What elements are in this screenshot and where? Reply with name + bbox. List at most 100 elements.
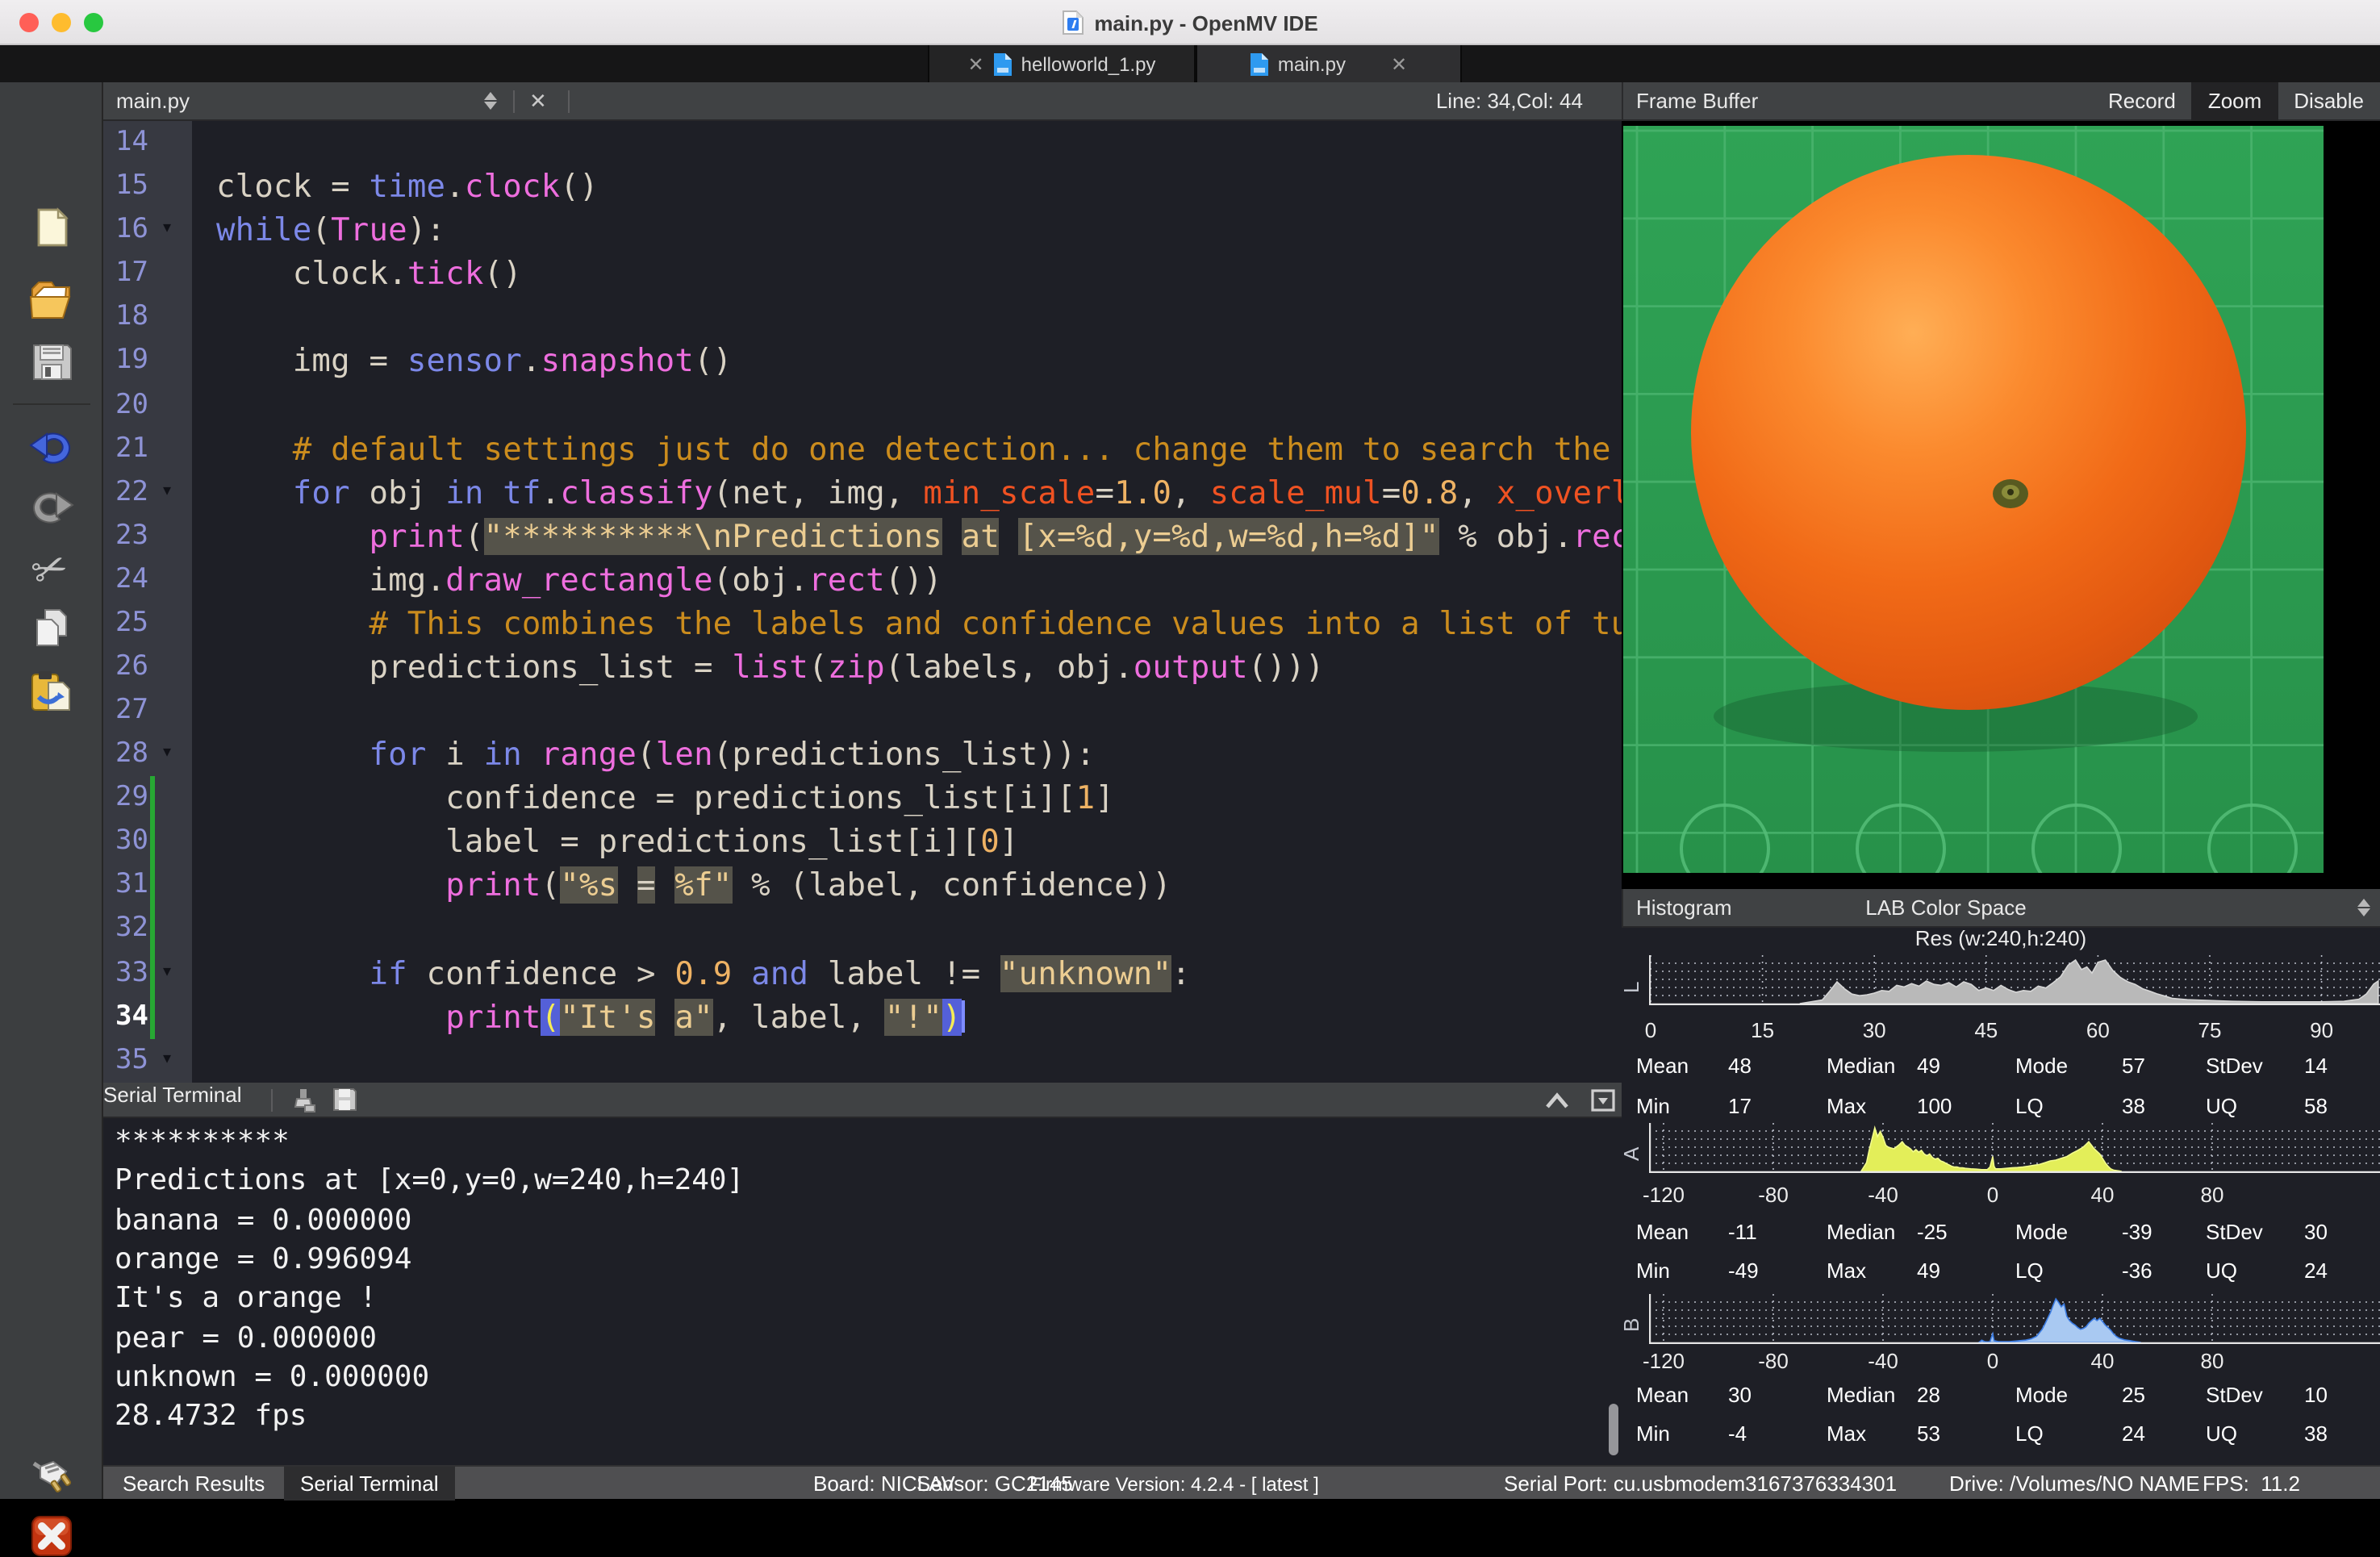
paste-button[interactable] <box>29 670 74 715</box>
b-stats-row: Mean30Median28Mode25StDev10 <box>1636 1383 2365 1407</box>
axis-tick-label: 80 <box>2201 1349 2224 1373</box>
axis-tick-label: 0 <box>1987 1183 1998 1207</box>
stat-label: LQ <box>2015 1421 2044 1446</box>
save-log-icon[interactable] <box>332 1087 357 1112</box>
axis-tick-label: 45 <box>1974 1018 1998 1042</box>
terminal-scrollbar[interactable] <box>1609 1404 1618 1455</box>
channel-label-a: A <box>1619 1138 1643 1161</box>
a-stats-row: Mean-11Median-25Mode-39StDev30 <box>1636 1220 2365 1244</box>
disable-button[interactable]: Disable <box>2278 82 2380 121</box>
new-file-button[interactable] <box>31 207 73 248</box>
stat-label: Median <box>1827 1220 1895 1244</box>
record-button[interactable]: Record <box>2092 82 2192 121</box>
status-drive[interactable]: Drive: /Volumes/NO NAME <box>1949 1471 2200 1496</box>
color-space-select[interactable]: LAB Color Space <box>1785 895 2107 920</box>
axis-tick-label: 0 <box>1645 1018 1656 1042</box>
detach-panel-icon[interactable] <box>1591 1089 1615 1112</box>
axis-tick-label: 90 <box>2310 1018 2333 1042</box>
terminal-line: unknown = 0.000000 <box>115 1359 429 1397</box>
line-number: 33▾ <box>103 951 192 995</box>
stop-disconnect-button[interactable] <box>31 1515 73 1557</box>
terminal-line: ********** <box>115 1123 290 1162</box>
fold-chevron-icon[interactable]: ▾ <box>163 1050 171 1067</box>
terminal-line: It's a orange ! <box>115 1279 377 1318</box>
stat-label: UQ <box>2206 1421 2237 1446</box>
line-number: 23 <box>103 514 192 557</box>
line-number: 34 <box>103 995 192 1038</box>
connect-button[interactable] <box>31 1454 73 1496</box>
open-file-button[interactable] <box>27 276 76 324</box>
copy-button[interactable] <box>31 607 73 649</box>
openmv-ide-window: main.py - OpenMV IDE ✕ helloworld_1.py m… <box>0 0 2380 1499</box>
serial-terminal-tab[interactable]: Serial Terminal <box>284 1467 455 1501</box>
toolbar-sidebar: ✂ <box>0 82 103 1499</box>
code-line: for obj in tf.classify(net, img, min_sca… <box>216 470 1622 514</box>
stat-label: StDev <box>2206 1383 2263 1407</box>
stat-label: LQ <box>2015 1259 2044 1283</box>
open-document-selector[interactable]: main.py <box>116 89 190 113</box>
search-results-tab[interactable]: Search Results <box>106 1467 281 1501</box>
save-file-button[interactable] <box>31 340 73 382</box>
tab-helloworld-1-py[interactable]: ✕ helloworld_1.py <box>928 45 1196 82</box>
fold-chevron-icon[interactable]: ▾ <box>163 482 171 499</box>
tab-label: main.py <box>1278 52 1346 75</box>
zoom-button[interactable]: Zoom <box>2192 82 2278 121</box>
code-editor[interactable]: 141516▾171819202122▾232425262728▾2930313… <box>103 121 1622 1083</box>
terminal-line: orange = 0.996094 <box>115 1241 411 1279</box>
collapse-panel-icon[interactable] <box>1544 1091 1570 1110</box>
axis-tick-label: 60 <box>2086 1018 2110 1042</box>
close-tab-icon[interactable]: ✕ <box>1391 54 1407 73</box>
stat-label: LQ <box>2015 1094 2044 1118</box>
code-line: if confidence > 0.9 and label != "unknow… <box>216 951 1191 995</box>
document-selector-spinner-icon[interactable] <box>484 92 497 110</box>
cursor-position: Line: 34,Col: 44 <box>1436 89 1583 113</box>
serial-terminal-title: Serial Terminal <box>103 1083 242 1107</box>
axis-tick-label: -120 <box>1643 1183 1685 1207</box>
status-serial-port[interactable]: Serial Port: cu.usbmodem3167376334301 <box>1504 1471 1897 1496</box>
axis-tick-label: 40 <box>2091 1349 2115 1373</box>
line-number: 28▾ <box>103 733 192 776</box>
undo-button[interactable] <box>27 426 76 468</box>
modified-lines-marker <box>150 776 155 1038</box>
python-file-icon <box>1251 52 1268 75</box>
stat-label: Min <box>1636 1094 1670 1118</box>
stat-label: StDev <box>2206 1054 2263 1078</box>
code-line: print("**********\nPredictions at [x=%d,… <box>216 514 1622 557</box>
frame-buffer-view[interactable] <box>1622 121 2380 889</box>
code-line: clock = time.clock() <box>216 165 599 208</box>
stat-label: Max <box>1827 1094 1866 1118</box>
channel-label-b: B <box>1619 1309 1643 1332</box>
camera-frame-orange-on-cutting-mat <box>1623 126 2324 873</box>
axis-tick-label: -80 <box>1758 1349 1789 1373</box>
stat-label: Median <box>1827 1054 1895 1078</box>
stat-value: 53 <box>1917 1421 1940 1446</box>
fold-chevron-icon[interactable]: ▾ <box>163 744 171 762</box>
redo-button[interactable] <box>27 486 76 528</box>
l-stats-row: Mean48Median49Mode57StDev14 <box>1636 1054 2365 1078</box>
color-space-spinner-icon[interactable] <box>2357 899 2370 916</box>
code-line: confidence = predictions_list[i][1] <box>216 776 1114 820</box>
fold-chevron-icon[interactable]: ▾ <box>163 962 171 980</box>
code-line: img.draw_rectangle(obj.rect()) <box>216 558 942 602</box>
axis-tick-label: 80 <box>2201 1183 2224 1207</box>
stat-label: Mode <box>2015 1220 2068 1244</box>
close-tab-icon[interactable]: ✕ <box>968 54 984 73</box>
stat-label: UQ <box>2206 1094 2237 1118</box>
cut-button[interactable]: ✂ <box>25 538 79 592</box>
stat-value: 14 <box>2304 1054 2328 1078</box>
l-stats-row: Min17Max100LQ38UQ58 <box>1636 1094 2365 1118</box>
line-number: 30 <box>103 820 192 864</box>
tab-label: helloworld_1.py <box>1021 52 1156 75</box>
stat-value: -25 <box>1917 1220 1948 1244</box>
line-number: 25 <box>103 602 192 645</box>
line-number: 22▾ <box>103 470 192 514</box>
tab-main-py[interactable]: main.py ✕ <box>1196 45 1462 82</box>
serial-terminal-output[interactable]: **********Predictions at [x=0,y=0,w=240,… <box>103 1118 1622 1465</box>
fold-chevron-icon[interactable]: ▾ <box>163 219 171 237</box>
document-icon <box>1062 10 1084 35</box>
code-line: while(True): <box>216 208 445 252</box>
line-number: 24 <box>103 558 192 602</box>
clear-terminal-icon[interactable] <box>290 1087 318 1113</box>
close-document-icon[interactable]: ✕ <box>529 89 547 115</box>
code-line: # This combines the labels and confidenc… <box>216 602 1622 645</box>
